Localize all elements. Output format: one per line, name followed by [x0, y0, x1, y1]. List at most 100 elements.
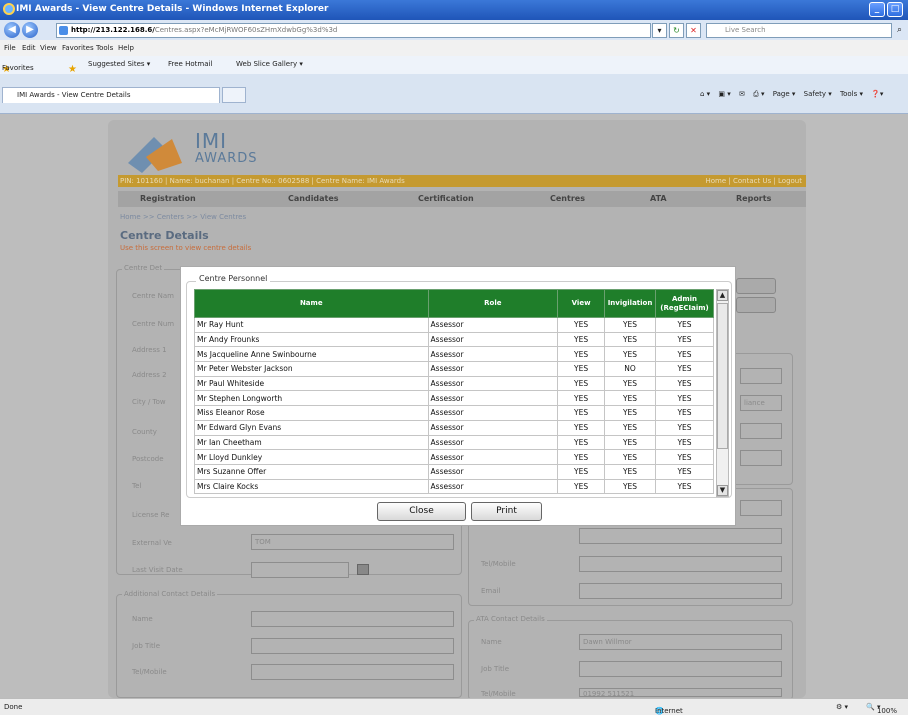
protected-mode-icon[interactable]: ⚙ ▾ [836, 703, 848, 711]
right-field-3[interactable] [740, 423, 782, 439]
scroll-down-icon[interactable]: ▼ [717, 485, 728, 496]
menu-file[interactable]: File [4, 44, 16, 52]
forward-arrow-icon[interactable]: ▶ [22, 22, 38, 38]
cell-invigilation: YES [604, 463, 656, 480]
additional-job-title-field[interactable] [251, 638, 454, 654]
scroll-thumb[interactable] [717, 303, 728, 449]
header-links[interactable]: Home | Contact Us | Logout [706, 177, 803, 185]
column-header-invigilation[interactable]: Invigilation [604, 289, 656, 318]
print-icon[interactable]: ⎙ ▾ [753, 90, 764, 98]
home-icon[interactable]: ⌂ ▾ [700, 90, 710, 98]
close-button[interactable]: Close [377, 502, 466, 521]
menu-tools[interactable]: Tools [96, 44, 113, 52]
fav-web-slice-gallery[interactable]: Web Slice Gallery ▾ [236, 60, 303, 68]
table-row[interactable]: Mr Stephen Longworth Assessor YES YES YES [194, 390, 714, 407]
fav-free-hotmail[interactable]: Free Hotmail [168, 60, 212, 68]
additional-tel-field[interactable] [251, 664, 454, 680]
cell-admin: YES [655, 375, 714, 392]
nav-reports[interactable]: Reports [736, 194, 771, 203]
external-verifier-field[interactable]: TOM [251, 534, 454, 550]
tab-imi-awards[interactable]: IMI Awards - View Centre Details [2, 87, 220, 103]
maximize-icon[interactable]: □ [887, 2, 903, 17]
ata-tel-field[interactable]: 01992 511521 [579, 688, 782, 697]
table-row[interactable]: Mrs Claire Kocks Assessor YES YES YES [194, 478, 714, 495]
additional-contact-legend: Additional Contact Details [122, 590, 218, 598]
last-visit-date-field[interactable] [251, 562, 349, 578]
menu-view[interactable]: View [40, 44, 57, 52]
menu-edit[interactable]: Edit [22, 44, 36, 52]
table-row[interactable]: Mr Andy Frounks Assessor YES YES YES [194, 331, 714, 348]
right-field-4[interactable] [740, 450, 782, 466]
menu-help[interactable]: Help [118, 44, 134, 52]
menu-favorites[interactable]: Favorites [62, 44, 94, 52]
table-row[interactable]: Mr Ray Hunt Assessor YES YES YES [194, 317, 714, 333]
ata-name-field[interactable]: Dawn Willmor [579, 634, 782, 650]
action-button-1[interactable] [736, 278, 776, 294]
address-input[interactable]: http://213.122.168.6/Centres.aspx?eMcMjR… [56, 23, 651, 38]
print-button[interactable]: Print [471, 502, 542, 521]
search-icon[interactable]: ⌕ [893, 23, 906, 38]
cell-name: Mr Paul Whiteside [194, 375, 429, 392]
right-field-2[interactable]: liance [740, 395, 782, 411]
column-header-admin[interactable]: Admin (RegECIaim) [655, 289, 714, 318]
right-field-5[interactable] [740, 500, 782, 516]
cell-role: Assessor [427, 463, 559, 480]
search-input[interactable]: Live Search [706, 23, 892, 38]
zoom-level[interactable]: 🔍 100% ▾ [866, 703, 897, 715]
zoom-value: 100% [876, 707, 897, 715]
cell-name: Mr Lloyd Dunkley [194, 449, 429, 465]
cell-name: Mr Ian Cheetham [194, 434, 429, 451]
help-icon[interactable]: ❓▾ [871, 90, 883, 98]
right-tel-field[interactable] [579, 556, 782, 572]
cell-view: YES [557, 317, 606, 333]
centre-details-legend: Centre Det [122, 264, 165, 272]
column-header-role[interactable]: Role [427, 289, 559, 318]
stop-icon[interactable]: ✕ [686, 23, 701, 38]
table-row[interactable]: Mr Lloyd Dunkley Assessor YES YES YES [194, 449, 714, 465]
mail-icon[interactable]: ✉ [739, 90, 745, 98]
column-header-view[interactable]: View [557, 289, 606, 318]
cell-admin: YES [655, 449, 714, 465]
minimize-icon[interactable]: _ [869, 2, 885, 17]
window-title-bar[interactable]: IMI Awards - View Centre Details - Windo… [0, 0, 908, 20]
right-email-field[interactable] [579, 583, 782, 599]
nav-candidates[interactable]: Candidates [288, 194, 339, 203]
tools-menu[interactable]: Tools ▾ [840, 90, 863, 98]
table-row[interactable]: Mr Ian Cheetham Assessor YES YES YES [194, 434, 714, 451]
new-tab-button[interactable] [222, 87, 246, 103]
refresh-icon[interactable]: ↻ [669, 23, 684, 38]
safety-menu[interactable]: Safety ▾ [804, 90, 832, 98]
ata-job-title-field[interactable] [579, 661, 782, 677]
nav-certification[interactable]: Certification [418, 194, 474, 203]
right-field-6[interactable] [579, 528, 782, 544]
imi-logo-icon [128, 137, 182, 173]
calendar-icon[interactable] [357, 564, 369, 575]
fav-suggested-sites[interactable]: Suggested Sites ▾ [88, 60, 150, 68]
nav-ata[interactable]: ATA [650, 194, 667, 203]
personnel-table: Name Role View Invigilation Admin (RegEC… [194, 289, 714, 495]
breadcrumb[interactable]: Home >> Centers >> View Centres [120, 213, 246, 221]
table-row[interactable]: Mr Peter Webster Jackson Assessor YES NO YES [194, 361, 714, 377]
feeds-icon[interactable]: ▣ ▾ [718, 90, 730, 98]
right-field-1[interactable] [740, 368, 782, 384]
nav-centres[interactable]: Centres [550, 194, 585, 203]
user-info-text: PIN: 101160 | Name: buchanan | Centre No… [120, 177, 405, 185]
table-scrollbar[interactable]: ▲ ▼ [716, 289, 729, 497]
additional-name-field[interactable] [251, 611, 454, 627]
table-row[interactable]: Ms Jacqueline Anne Swinbourne Assessor YES… [194, 346, 714, 363]
column-header-name[interactable]: Name [194, 289, 429, 318]
table-row[interactable]: Miss Eleanor Rose Assessor YES YES YES [194, 405, 714, 421]
scroll-up-icon[interactable]: ▲ [717, 290, 728, 301]
table-row[interactable]: Mr Edward Glyn Evans Assessor YES YES YES [194, 419, 714, 436]
cell-name: Ms Jacqueline Anne Swinbourne [194, 346, 429, 363]
action-button-2[interactable] [736, 297, 776, 313]
cell-role: Assessor [427, 390, 559, 407]
table-row[interactable]: Mr Paul Whiteside Assessor YES YES YES [194, 375, 714, 392]
nav-registration[interactable]: Registration [140, 194, 196, 203]
label-external-verifier: External Ve [132, 539, 172, 547]
table-row[interactable]: Mrs Suzanne Offer Assessor YES YES YES [194, 463, 714, 480]
cell-name: Mr Ray Hunt [194, 317, 429, 333]
back-arrow-icon[interactable]: ◀ [4, 22, 20, 38]
page-menu[interactable]: Page ▾ [773, 90, 796, 98]
address-dropdown-icon[interactable]: ▾ [652, 23, 667, 38]
